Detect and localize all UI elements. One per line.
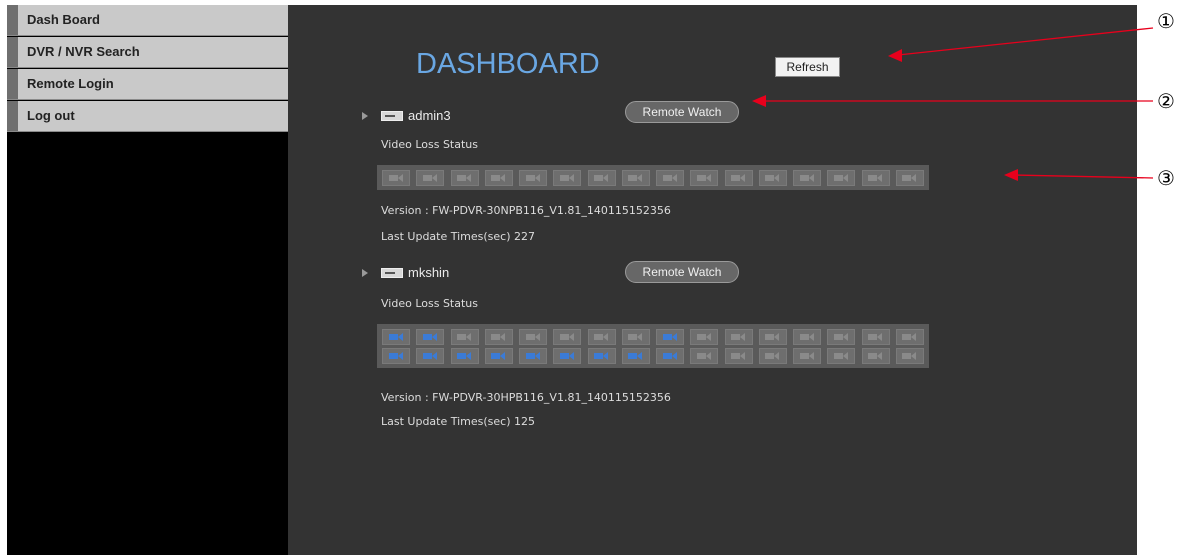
annotation-arrow-1-line [897, 27, 1154, 56]
callout-1: ① [1157, 9, 1175, 33]
annotation-arrow-3-line [1013, 174, 1154, 179]
annotation-arrow-3-head [1004, 169, 1018, 181]
callout-3: ③ [1157, 166, 1175, 190]
callout-2: ② [1157, 89, 1175, 113]
annotation-overlay [752, 27, 1154, 181]
annotation-arrow-2-head [752, 95, 766, 107]
annotation-arrow-1-head [888, 49, 902, 62]
